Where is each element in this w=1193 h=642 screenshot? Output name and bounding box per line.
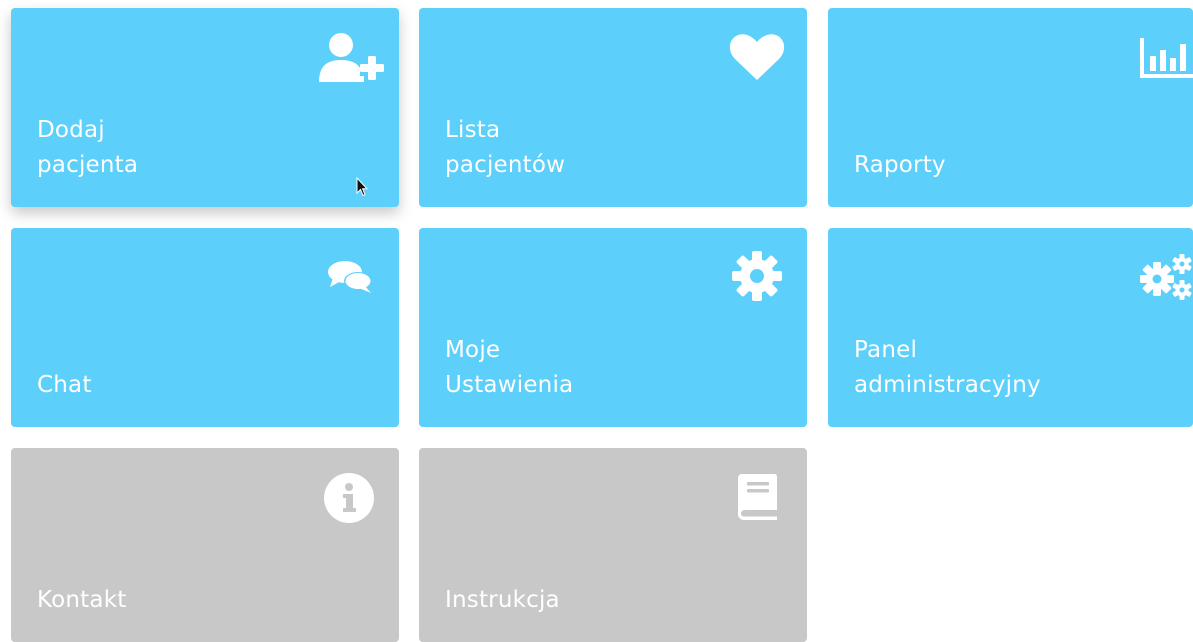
my-settings-label: Moje Ustawienia <box>445 337 574 398</box>
admin-panel-tile[interactable]: Panel administracyjny <box>828 228 1193 427</box>
reports-tile[interactable]: Raporty <box>828 8 1193 207</box>
gears-icon <box>1140 254 1193 300</box>
heart-icon <box>729 34 785 82</box>
patient-list-tile[interactable]: Lista pacjentów <box>419 8 807 207</box>
chat-bubbles-icon <box>327 260 373 296</box>
add-patient-label: Dodaj pacjenta <box>37 117 139 178</box>
info-icon <box>323 472 375 524</box>
book-icon <box>737 474 779 520</box>
instructions-tile[interactable]: Instrukcja <box>419 448 807 642</box>
add-user-icon <box>313 32 385 84</box>
dashboard-tile-grid: Dodaj pacjenta Lista pacjentów Raporty C… <box>0 0 1193 642</box>
chat-label: Chat <box>37 372 92 398</box>
my-settings-tile[interactable]: Moje Ustawienia <box>419 228 807 427</box>
admin-panel-label: Panel administracyjny <box>854 337 1041 398</box>
instructions-label: Instrukcja <box>445 587 560 613</box>
contact-label: Kontakt <box>37 587 127 613</box>
patient-list-label: Lista pacjentów <box>445 117 566 178</box>
gear-icon <box>731 250 783 302</box>
bar-chart-icon <box>1140 38 1193 78</box>
contact-tile[interactable]: Kontakt <box>11 448 399 642</box>
reports-label: Raporty <box>854 152 946 178</box>
chat-tile[interactable]: Chat <box>11 228 399 427</box>
add-patient-tile[interactable]: Dodaj pacjenta <box>11 8 399 207</box>
